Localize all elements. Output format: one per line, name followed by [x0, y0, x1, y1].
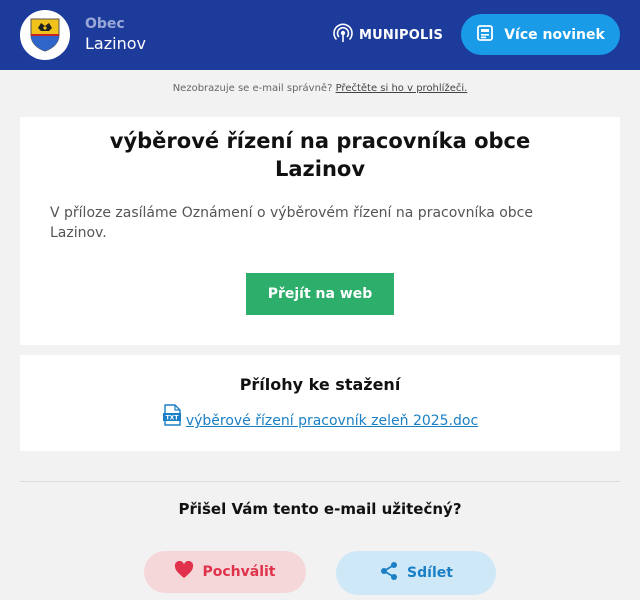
munipolis-logo[interactable]: MUNIPOLIS	[333, 23, 443, 47]
share-button[interactable]: Sdílet	[336, 551, 496, 595]
heart-icon	[174, 560, 194, 583]
praise-label: Pochválit	[202, 564, 276, 580]
share-icon	[379, 561, 399, 585]
divider	[20, 481, 620, 482]
brand-label: MUNIPOLIS	[359, 27, 444, 43]
more-news-label: Více novinek	[504, 26, 605, 43]
attachments-card: Přílohy ke stažení TXT výběrové řízení p…	[20, 355, 620, 451]
broadcast-icon	[333, 23, 353, 47]
attachment-link[interactable]: výběrové řízení pracovník zeleň 2025.doc	[186, 412, 478, 430]
article-title: výběrové řízení na pracovníka obce Lazin…	[109, 129, 531, 181]
praise-button[interactable]: Pochválit	[144, 551, 306, 593]
attachments-heading: Přílohy ke stažení	[239, 375, 401, 394]
preheader-text: Nezobrazuje se e-mail správně?	[172, 83, 333, 94]
feedback-question: Přišel Vám tento e-mail užitečný?	[178, 500, 462, 518]
svg-text:TXT: TXT	[165, 415, 179, 422]
coat-of-arms-icon[interactable]	[20, 10, 70, 60]
town-name: Lazinov	[85, 34, 146, 53]
share-label: Sdílet	[407, 565, 453, 581]
preheader: Nezobrazuje se e-mail správně? Přečtěte …	[0, 82, 640, 96]
article-card: výběrové řízení na pracovníka obce Lazin…	[20, 117, 620, 345]
news-icon	[476, 24, 494, 46]
txt-file-icon: TXT	[162, 404, 182, 430]
town-label: Obec	[85, 16, 125, 32]
town-info: Obec Lazinov	[85, 15, 146, 55]
view-in-browser-link[interactable]: Přečtěte si ho v prohlížeči.	[336, 83, 468, 94]
go-to-web-button[interactable]: Přejít na web	[246, 273, 394, 315]
more-news-button[interactable]: Více novinek	[461, 14, 620, 55]
header-bar: Obec Lazinov MUNIPOLIS Více novinek	[0, 0, 640, 70]
attachment-item[interactable]: TXT výběrové řízení pracovník zeleň 2025…	[20, 404, 620, 430]
article-body: V příloze zasíláme Oznámení o výběrovém …	[50, 205, 533, 241]
